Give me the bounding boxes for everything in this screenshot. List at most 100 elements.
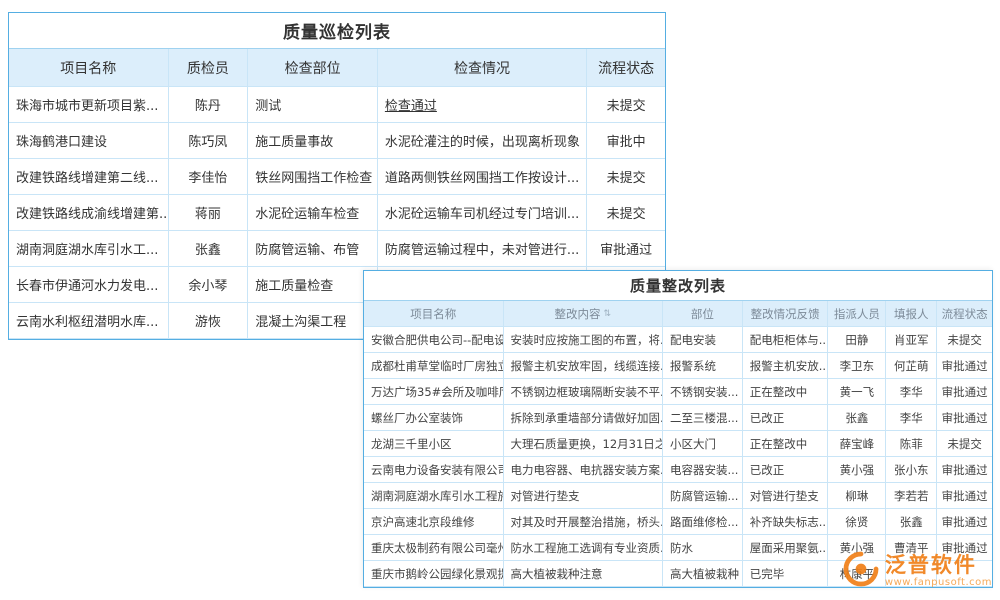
rectify-part: 路面维修检... [663, 509, 743, 535]
reporter-name: 陈菲 [886, 431, 937, 457]
column-header-status: 流程状态 [587, 49, 665, 87]
assignee-name: 李卫东 [828, 353, 886, 379]
rectify-feedback: 正在整改中 [743, 379, 829, 405]
table-row[interactable]: 改建铁路线成渝线增建第... 蒋丽 水泥砼运输车检查 水泥砼运输车司机经过专门培… [9, 195, 665, 231]
reporter-name: 李若若 [886, 483, 937, 509]
inspection-detail: 检查通过 [378, 87, 587, 123]
inspection-table-header: 项目名称 质检员 检查部位 检查情况 流程状态 [9, 49, 665, 87]
rectification-table-title: 质量整改列表 [364, 271, 992, 301]
inspection-detail: 道路两侧铁丝网围挡工作按设计... [378, 159, 587, 195]
rectify-part: 防水 [663, 535, 743, 561]
table-row[interactable]: 安徽合肥供电公司--配电设备... 安装时应按施工图的布置，将... 配电安装 … [364, 327, 992, 353]
inspector-name: 蒋丽 [169, 195, 249, 231]
project-name: 重庆太极制药有限公司毫州中... [364, 535, 504, 561]
table-row[interactable]: 湖南洞庭湖水库引水工... 张鑫 防腐管运输、布管 防腐管运输过程中，未对管进行… [9, 231, 665, 267]
rectify-part: 不锈钢安装... [663, 379, 743, 405]
table-row[interactable]: 京沪高速北京段维修 对其及时开展整治措施，桥头... 路面维修检... 补齐缺失… [364, 509, 992, 535]
rectify-content: 高大植被栽种注意 [504, 561, 663, 587]
table-row[interactable]: 改建铁路线增建第二线... 李佳怡 铁丝网围挡工作检查 道路两侧铁丝网围挡工作按… [9, 159, 665, 195]
inspection-part: 铁丝网围挡工作检查 [248, 159, 378, 195]
table-row[interactable]: 珠海鹤港口建设 陈巧凤 施工质量事故 水泥砼灌注的时候，出现离析现象 审批中 [9, 123, 665, 159]
rectify-content: 对管进行垫支 [504, 483, 663, 509]
column-header-part: 部位 [663, 301, 743, 327]
table-row[interactable]: 云南电力设备安装有限公司20... 电力电容器、电抗器安装方案... 电容器安装… [364, 457, 992, 483]
assignee-name: 徐贤 [828, 509, 886, 535]
table-row[interactable]: 珠海市城市更新项目紫... 陈丹 测试 检查通过 未提交 [9, 87, 665, 123]
column-header-inspector: 质检员 [169, 49, 249, 87]
reporter-name: 李华 [886, 379, 937, 405]
rectify-content: 防水工程施工选调有专业资质... [504, 535, 663, 561]
rectify-feedback: 已完毕 [743, 561, 829, 587]
status-badge: 未提交 [937, 327, 992, 353]
status-badge: 审批通过 [937, 457, 992, 483]
column-header-part: 检查部位 [248, 49, 378, 87]
rectify-feedback: 对管进行垫支 [743, 483, 829, 509]
assignee-name: 田静 [828, 327, 886, 353]
inspector-name: 张鑫 [169, 231, 249, 267]
status-badge: 未提交 [587, 87, 665, 123]
status-badge: 未提交 [587, 195, 665, 231]
rectify-feedback: 屋面采用聚氨... [743, 535, 829, 561]
column-header-project: 项目名称 [9, 49, 169, 87]
column-header-detail: 检查情况 [378, 49, 587, 87]
status-badge: 审批通过 [937, 509, 992, 535]
rectify-feedback: 报警主机安放... [743, 353, 829, 379]
rectify-part: 二至三楼混... [663, 405, 743, 431]
assignee-name: 柳琳 [828, 483, 886, 509]
rectify-feedback: 已改正 [743, 457, 829, 483]
table-row[interactable]: 成都杜甫草堂临时厂房独立展... 报警主机安放牢固，线缆连接... 报警系统 报… [364, 353, 992, 379]
project-name: 珠海市城市更新项目紫... [9, 87, 169, 123]
table-row[interactable]: 螺丝厂办公室装饰 拆除到承重墙部分请做好加固... 二至三楼混... 已改正 张… [364, 405, 992, 431]
inspection-part: 测试 [248, 87, 378, 123]
watermark-url: www.fanpusoft.com [885, 577, 992, 588]
inspection-detail: 水泥砼灌注的时候，出现离析现象 [378, 123, 587, 159]
inspection-detail: 水泥砼运输车司机经过专门培训... [378, 195, 587, 231]
rectify-content: 电力电容器、电抗器安装方案... [504, 457, 663, 483]
table-row[interactable]: 万达广场35#会所及咖啡厅空... 不锈钢边框玻璃隔断安装不平... 不锈钢安装… [364, 379, 992, 405]
status-badge: 审批通过 [937, 405, 992, 431]
reporter-name: 张鑫 [886, 509, 937, 535]
rectify-content: 安装时应按施工图的布置，将... [504, 327, 663, 353]
watermark-brand: 泛普软件 [885, 554, 977, 577]
vendor-watermark: 泛普软件 www.fanpusoft.com [842, 550, 992, 592]
column-header-project: 项目名称 [364, 301, 504, 327]
table-row[interactable]: 湖南洞庭湖水库引水工程施工标 对管进行垫支 防腐管运输... 对管进行垫支 柳琳… [364, 483, 992, 509]
project-name: 长春市伊通河水力发电... [9, 267, 169, 303]
column-header-reporter: 填报人 [886, 301, 937, 327]
reporter-name: 何芷萌 [886, 353, 937, 379]
rectify-content: 拆除到承重墙部分请做好加固... [504, 405, 663, 431]
assignee-name: 黄一飞 [828, 379, 886, 405]
column-header-content[interactable]: 整改内容 ⇅ [504, 301, 663, 327]
project-name: 螺丝厂办公室装饰 [364, 405, 504, 431]
inspection-part: 混凝土沟渠工程 [248, 303, 378, 339]
fanpu-logo-icon [842, 550, 880, 592]
assignee-name: 薛宝峰 [828, 431, 886, 457]
project-name: 安徽合肥供电公司--配电设备... [364, 327, 504, 353]
rectify-feedback: 正在整改中 [743, 431, 829, 457]
inspector-name: 陈巧凤 [169, 123, 249, 159]
rectify-content: 不锈钢边框玻璃隔断安装不平... [504, 379, 663, 405]
rectify-content: 大理石质量更换，12月31日之... [504, 431, 663, 457]
rectify-part: 配电安装 [663, 327, 743, 353]
inspection-part: 施工质量事故 [248, 123, 378, 159]
inspection-part: 水泥砼运输车检查 [248, 195, 378, 231]
project-name: 云南水利枢纽潜明水库... [9, 303, 169, 339]
rectify-part: 电容器安装... [663, 457, 743, 483]
sort-icon[interactable]: ⇅ [603, 309, 611, 319]
inspection-part: 施工质量检查 [248, 267, 378, 303]
rectify-part: 高大植被栽种 [663, 561, 743, 587]
rectify-feedback: 补齐缺失标志... [743, 509, 829, 535]
inspector-name: 陈丹 [169, 87, 249, 123]
status-badge: 审批通过 [587, 231, 665, 267]
status-badge: 审批通过 [937, 483, 992, 509]
column-header-status: 流程状态 [937, 301, 992, 327]
rectification-table-header: 项目名称 整改内容 ⇅ 部位 整改情况反馈 指派人员 填报人 流程状态 [364, 301, 992, 327]
project-name: 湖南洞庭湖水库引水工程施工标 [364, 483, 504, 509]
rectify-part: 小区大门 [663, 431, 743, 457]
table-row[interactable]: 龙湖三千里小区 大理石质量更换，12月31日之... 小区大门 正在整改中 薛宝… [364, 431, 992, 457]
project-name: 珠海鹤港口建设 [9, 123, 169, 159]
status-badge: 审批通过 [937, 353, 992, 379]
column-header-feedback: 整改情况反馈 [743, 301, 829, 327]
reporter-name: 李华 [886, 405, 937, 431]
rectify-feedback: 已改正 [743, 405, 829, 431]
